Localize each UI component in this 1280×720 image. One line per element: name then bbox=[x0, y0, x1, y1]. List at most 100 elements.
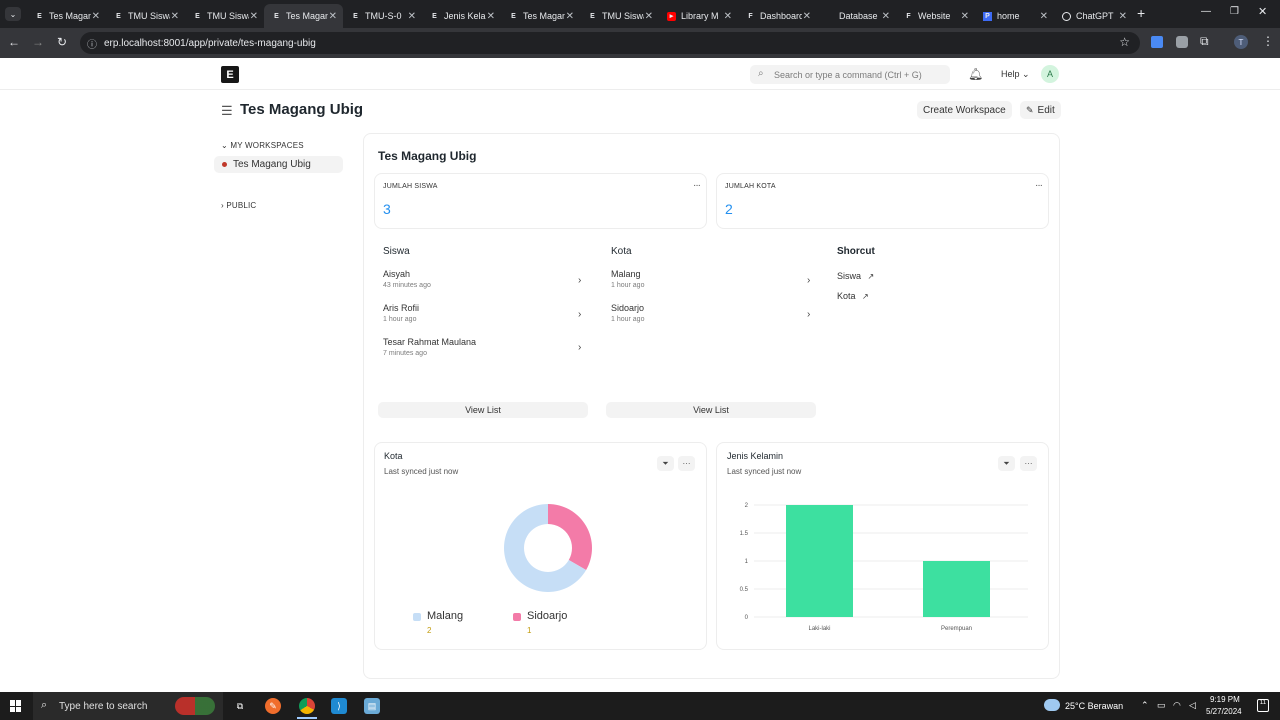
browser-tab[interactable]: F Website ✕ bbox=[896, 4, 975, 28]
chevron-right-icon[interactable]: › bbox=[807, 275, 810, 286]
kota-item-name[interactable]: Malang bbox=[611, 269, 641, 279]
y-tick-label: 0 bbox=[745, 615, 749, 621]
browser-menu-icon[interactable]: ⋮ bbox=[1262, 34, 1274, 48]
tab-close-icon[interactable]: ✕ bbox=[329, 11, 337, 22]
browser-tab[interactable]: E Jenis Kelamin✕ bbox=[422, 4, 501, 28]
bookmark-star-icon[interactable]: ☆ bbox=[1119, 35, 1130, 49]
sidebar-item-tes-magang-ubig[interactable]: Tes Magang Ubig bbox=[214, 156, 343, 173]
kota-item-name[interactable]: Sidoarjo bbox=[611, 303, 644, 313]
tab-close-icon[interactable]: ✕ bbox=[250, 11, 258, 22]
tab-close-icon[interactable]: ✕ bbox=[803, 11, 811, 22]
create-workspace-button[interactable]: Create Workspace bbox=[917, 101, 1012, 119]
browser-tab[interactable]: E TMU Siswa ✕ bbox=[106, 4, 185, 28]
browser-tab[interactable]: E TMU-S-0 ✕ bbox=[343, 4, 422, 28]
kota-item-time: 1 hour ago bbox=[611, 282, 645, 289]
tab-close-icon[interactable]: ✕ bbox=[724, 11, 732, 22]
workspace-title: Tes Magang Ubig bbox=[378, 149, 477, 163]
clock-date[interactable]: 5/27/2024 bbox=[1206, 707, 1242, 716]
browser-tab[interactable]: ▸ Library M ✕ bbox=[659, 4, 738, 28]
app-orange-icon[interactable]: ✎ bbox=[265, 698, 281, 714]
sidebar-toggle-icon[interactable]: ☰ bbox=[221, 103, 233, 119]
volume-icon[interactable]: ◁ bbox=[1189, 700, 1196, 711]
edit-button[interactable]: ✎ Edit bbox=[1020, 101, 1061, 119]
wifi-icon[interactable]: ◠ bbox=[1173, 700, 1181, 711]
browser-tab[interactable]: E Tes Magang Ubig✕ bbox=[264, 4, 343, 28]
help-dropdown[interactable]: Help ⌄ bbox=[1001, 69, 1030, 80]
clock-time[interactable]: 9:19 PM bbox=[1210, 695, 1240, 704]
browser-tab[interactable]: ChatGPT ✕ bbox=[1054, 4, 1133, 28]
battery-icon[interactable]: ▭ bbox=[1157, 700, 1166, 711]
sidebar-section-my-workspaces[interactable]: ⌄ MY WORKSPACES bbox=[221, 141, 304, 150]
siswa-view-list-button[interactable]: View List bbox=[378, 402, 588, 418]
browser-tab[interactable]: E Tes Magang Ubig✕ bbox=[27, 4, 106, 28]
site-info-icon[interactable]: ⓘ bbox=[87, 36, 97, 51]
siswa-item-name[interactable]: Aris Rofii bbox=[383, 303, 419, 313]
browser-tab[interactable]: Database ✕ bbox=[817, 4, 896, 28]
app-logo[interactable]: E bbox=[221, 66, 239, 83]
more-options-icon[interactable]: ··· bbox=[1035, 180, 1043, 191]
restore-icon[interactable]: ❐ bbox=[1230, 6, 1239, 17]
bar-perempuan[interactable] bbox=[923, 561, 990, 617]
app-blue-icon[interactable]: ▤ bbox=[364, 698, 380, 714]
bar-laki-laki[interactable] bbox=[786, 505, 853, 617]
kota-view-list-button[interactable]: View List bbox=[606, 402, 816, 418]
back-icon[interactable]: ← bbox=[6, 35, 22, 49]
reload-icon[interactable]: ↻ bbox=[54, 35, 70, 49]
notification-bell-icon[interactable]: 🔔︎ bbox=[968, 67, 983, 81]
tab-close-icon[interactable]: ✕ bbox=[961, 11, 969, 22]
tab-close-icon[interactable]: ✕ bbox=[1040, 11, 1048, 22]
tab-close-icon[interactable]: ✕ bbox=[487, 11, 495, 22]
minimize-icon[interactable]: — bbox=[1201, 6, 1211, 17]
tab-close-icon[interactable]: ✕ bbox=[408, 11, 416, 22]
chrome-icon[interactable] bbox=[299, 698, 315, 714]
chevron-right-icon[interactable]: › bbox=[807, 309, 810, 320]
siswa-item-name[interactable]: Tesar Rahmat Maulana bbox=[383, 337, 476, 347]
more-options-icon[interactable]: ··· bbox=[1020, 456, 1037, 471]
taskbar-search-input[interactable]: ⌕ Type here to search bbox=[33, 692, 223, 720]
number-card-jumlah-siswa[interactable]: JUMLAH SISWA 3 ··· bbox=[374, 173, 707, 229]
sidebar-section-public[interactable]: › PUBLIC bbox=[221, 201, 256, 210]
chevron-right-icon[interactable]: › bbox=[578, 309, 581, 320]
address-bar[interactable]: ⓘ erp.localhost:8001/app/private/tes-mag… bbox=[80, 32, 1140, 54]
profile-avatar[interactable]: T bbox=[1234, 35, 1248, 49]
camera-extension-icon[interactable] bbox=[1176, 36, 1188, 48]
chevron-right-icon: › bbox=[221, 201, 224, 210]
notification-center-icon[interactable]: 11 bbox=[1257, 699, 1269, 712]
awesomebar-search-input[interactable]: ⌕ Search or type a command (Ctrl + G) bbox=[750, 65, 950, 84]
siswa-item-name[interactable]: Aisyah bbox=[383, 269, 410, 279]
extension-icon[interactable] bbox=[1151, 36, 1163, 48]
number-card-jumlah-kota[interactable]: JUMLAH KOTA 2 ··· bbox=[716, 173, 1049, 229]
shortcut-siswa[interactable]: Siswa ↗ bbox=[837, 271, 874, 281]
tab-close-icon[interactable]: ✕ bbox=[1119, 11, 1127, 22]
filter-icon[interactable]: ⏷ bbox=[998, 456, 1015, 471]
weather-text[interactable]: 25°C Berawan bbox=[1065, 701, 1123, 711]
more-options-icon[interactable]: ··· bbox=[678, 456, 695, 471]
chevron-right-icon[interactable]: › bbox=[578, 275, 581, 286]
donut-slice-sidoarjo[interactable] bbox=[548, 504, 592, 570]
chevron-right-icon[interactable]: › bbox=[578, 342, 581, 353]
extensions-puzzle-icon[interactable]: ⧉ bbox=[1200, 34, 1209, 49]
tab-close-icon[interactable]: ✕ bbox=[882, 11, 890, 22]
tray-chevron-icon[interactable]: ⌃ bbox=[1141, 700, 1149, 711]
browser-tab[interactable]: E Tes Magang Ubig✕ bbox=[501, 4, 580, 28]
tab-title: TMU Siswa bbox=[207, 11, 249, 21]
browser-tab[interactable]: E TMU Siswa ✕ bbox=[185, 4, 264, 28]
close-window-icon[interactable]: ✕ bbox=[1258, 5, 1267, 18]
windows-start-icon[interactable] bbox=[10, 700, 22, 712]
tab-close-icon[interactable]: ✕ bbox=[92, 11, 100, 22]
new-tab-button[interactable]: + bbox=[1137, 5, 1145, 21]
filter-icon[interactable]: ⏷ bbox=[657, 456, 674, 471]
vscode-icon[interactable]: ⟩ bbox=[331, 698, 347, 714]
user-avatar[interactable]: A bbox=[1041, 65, 1059, 83]
tab-close-icon[interactable]: ✕ bbox=[171, 11, 179, 22]
tab-close-icon[interactable]: ✕ bbox=[645, 11, 653, 22]
browser-tab[interactable]: E TMU Siswa ✕ bbox=[580, 4, 659, 28]
tab-search-icon[interactable]: ⌄ bbox=[5, 7, 21, 21]
browser-tab[interactable]: F Dashboard ✕ bbox=[738, 4, 817, 28]
tab-close-icon[interactable]: ✕ bbox=[566, 11, 574, 22]
task-view-icon[interactable]: ⧉ bbox=[232, 698, 248, 714]
forward-icon[interactable]: → bbox=[30, 35, 46, 49]
more-options-icon[interactable]: ··· bbox=[693, 180, 701, 191]
shortcut-kota[interactable]: Kota ↗ bbox=[837, 291, 869, 301]
browser-tab[interactable]: Phome ✕ bbox=[975, 4, 1054, 28]
